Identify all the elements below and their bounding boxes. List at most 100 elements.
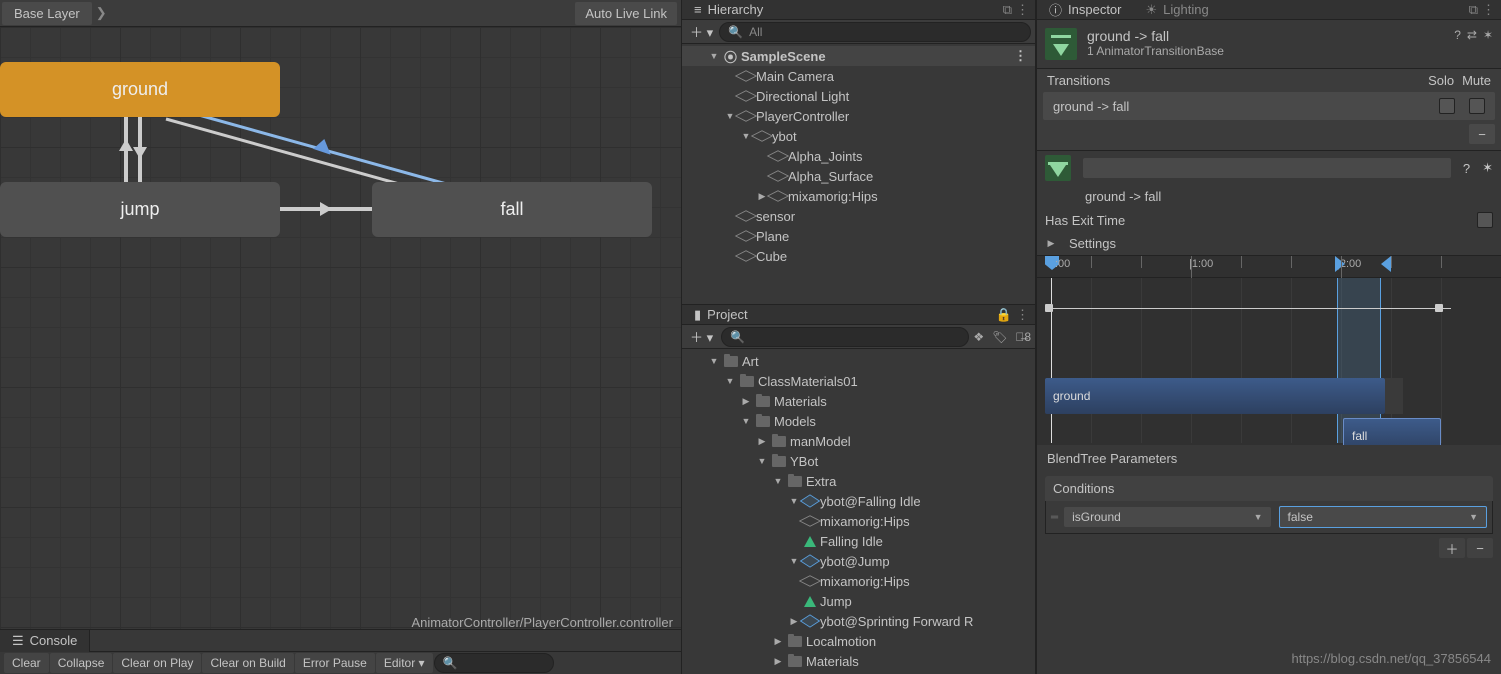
- tab-lighting[interactable]: ☀ Lighting: [1134, 0, 1221, 20]
- project-tab-label: Project: [707, 307, 747, 322]
- foldout-icon[interactable]: ▼: [724, 376, 736, 386]
- error-pause-toggle[interactable]: Error Pause: [295, 653, 375, 673]
- exit-time-end-icon[interactable]: [1435, 304, 1443, 312]
- state-node-jump[interactable]: jump: [0, 182, 280, 237]
- condition-value-dropdown[interactable]: false ▼: [1279, 506, 1487, 528]
- foldout-icon[interactable]: ▼: [708, 356, 720, 366]
- search-by-type-icon[interactable]: ❖: [973, 330, 984, 344]
- tab-hierarchy[interactable]: ≡ Hierarchy: [682, 0, 775, 19]
- create-asset-dropdown[interactable]: ＋ ▾: [686, 325, 717, 348]
- state-node-ground[interactable]: ground: [0, 62, 280, 117]
- animationclip-icon: [804, 536, 816, 547]
- help-icon[interactable]: ?: [1454, 28, 1461, 42]
- detach-icon[interactable]: ⧉: [1469, 2, 1478, 18]
- exit-time-start-icon[interactable]: [1045, 304, 1053, 312]
- console-search-input[interactable]: 🔍: [434, 653, 554, 673]
- condition-parameter-dropdown[interactable]: isGround ▼: [1064, 507, 1270, 527]
- foldout-icon[interactable]: ▼: [772, 476, 784, 486]
- hierarchy-item-plane[interactable]: Plane: [682, 226, 1035, 246]
- animator-breadcrumb[interactable]: Base Layer: [2, 2, 92, 25]
- foldout-icon[interactable]: ▼: [788, 496, 800, 506]
- hierarchy-item-hips[interactable]: ▶mixamorig:Hips: [682, 186, 1035, 206]
- conditions-header: Conditions: [1045, 476, 1493, 501]
- project-item-hips-b[interactable]: mixamorig:Hips: [682, 571, 1035, 591]
- project-folder-localmotion[interactable]: ▶Localmotion: [682, 631, 1035, 651]
- hierarchy-item-cube[interactable]: Cube: [682, 246, 1035, 266]
- lock-icon[interactable]: 🔒: [996, 307, 1012, 323]
- settings-foldout-label[interactable]: Settings: [1069, 236, 1116, 251]
- project-folder-extra[interactable]: ▼Extra: [682, 471, 1035, 491]
- foldout-icon[interactable]: ▼: [740, 416, 752, 426]
- hierarchy-item-camera[interactable]: Main Camera: [682, 66, 1035, 86]
- hierarchy-item-light[interactable]: Directional Light: [682, 86, 1035, 106]
- project-asset-sprint[interactable]: ▶ybot@Sprinting Forward R: [682, 611, 1035, 631]
- hidden-count-icon[interactable]: 👁̶8: [1015, 330, 1031, 344]
- project-clip-jump[interactable]: Jump: [682, 591, 1035, 611]
- mute-checkbox[interactable]: [1469, 98, 1485, 114]
- kebab-icon[interactable]: ⋮: [1016, 307, 1029, 323]
- editor-dropdown[interactable]: Editor ▾: [376, 653, 433, 673]
- detach-icon[interactable]: ⧉: [1003, 2, 1012, 18]
- project-folder-materials[interactable]: ▶Materials: [682, 391, 1035, 411]
- foldout-icon[interactable]: ▶: [756, 436, 768, 447]
- foldout-icon[interactable]: ▶: [1045, 238, 1057, 249]
- remove-condition-button[interactable]: −: [1467, 538, 1493, 558]
- help-icon[interactable]: ?: [1463, 161, 1470, 176]
- inspector-subtitle: 1 AnimatorTransitionBase: [1087, 44, 1224, 58]
- kebab-icon[interactable]: ⋮: [1014, 48, 1035, 64]
- add-condition-button[interactable]: ＋: [1439, 538, 1465, 558]
- project-folder-classmaterials[interactable]: ▼ClassMaterials01: [682, 371, 1035, 391]
- tab-project[interactable]: ▮ Project: [682, 305, 760, 325]
- animator-graph[interactable]: ground jump fall AnimatorController/Play…: [0, 27, 681, 674]
- scene-row[interactable]: ▼ ⦿ SampleScene ⋮: [682, 46, 1035, 66]
- has-exit-time-checkbox[interactable]: [1477, 212, 1493, 228]
- transition-out-marker-icon[interactable]: [1381, 256, 1391, 272]
- project-clip-fallingidle[interactable]: Falling Idle: [682, 531, 1035, 551]
- foldout-icon[interactable]: ▶: [788, 616, 800, 627]
- hierarchy-item-playercontroller[interactable]: ▼PlayerController: [682, 106, 1035, 126]
- gear-icon[interactable]: ✶: [1482, 160, 1493, 176]
- foldout-icon[interactable]: ▶: [772, 636, 784, 647]
- tab-console[interactable]: ☰ Console: [0, 630, 90, 652]
- transition-timeline[interactable]: :00 |1:00 |2:00 ground fall: [1037, 255, 1501, 445]
- hierarchy-item-ybot[interactable]: ▼ybot: [682, 126, 1035, 146]
- clip-ground[interactable]: ground: [1045, 378, 1385, 414]
- foldout-icon[interactable]: ▼: [708, 51, 720, 61]
- remove-transition-button[interactable]: −: [1469, 124, 1495, 144]
- hierarchy-item-sensor[interactable]: sensor: [682, 206, 1035, 226]
- project-item-hips-a[interactable]: mixamorig:Hips: [682, 511, 1035, 531]
- hierarchy-item-alphasurface[interactable]: Alpha_Surface: [682, 166, 1035, 186]
- drag-handle-icon[interactable]: ═: [1051, 512, 1056, 523]
- hierarchy-item-alphajoints[interactable]: Alpha_Joints: [682, 146, 1035, 166]
- auto-live-link-toggle[interactable]: Auto Live Link: [575, 2, 677, 25]
- project-folder-art[interactable]: ▼Art: [682, 351, 1035, 371]
- tab-inspector[interactable]: ⓘ Inspector: [1037, 0, 1134, 21]
- clear-on-play-toggle[interactable]: Clear on Play: [113, 653, 201, 673]
- kebab-icon[interactable]: ⋮: [1016, 2, 1029, 18]
- preset-icon[interactable]: ⇄: [1467, 28, 1477, 42]
- project-folder-manmodel[interactable]: ▶manModel: [682, 431, 1035, 451]
- create-dropdown[interactable]: ＋ ▾: [686, 20, 717, 43]
- clip-fall[interactable]: fall: [1343, 418, 1441, 445]
- foldout-icon[interactable]: ▶: [772, 656, 784, 667]
- project-folder-ybot[interactable]: ▼YBot: [682, 451, 1035, 471]
- foldout-icon[interactable]: ▼: [788, 556, 800, 566]
- project-search-input[interactable]: 🔍: [721, 327, 969, 347]
- solo-checkbox[interactable]: [1439, 98, 1455, 114]
- transition-row[interactable]: ground -> fall: [1043, 92, 1495, 120]
- project-folder-materials2[interactable]: ▶Materials: [682, 651, 1035, 671]
- state-node-fall[interactable]: fall: [372, 182, 652, 237]
- search-by-label-icon[interactable]: 🏷: [992, 330, 1007, 344]
- project-asset-fallingidle[interactable]: ▼ybot@Falling Idle: [682, 491, 1035, 511]
- hierarchy-search-input[interactable]: 🔍 All: [719, 22, 1031, 42]
- foldout-icon[interactable]: ▼: [756, 456, 768, 466]
- clear-button[interactable]: Clear: [4, 653, 49, 673]
- foldout-icon[interactable]: ▶: [740, 396, 752, 407]
- kebab-icon[interactable]: ⋮: [1482, 2, 1495, 18]
- project-folder-models[interactable]: ▼Models: [682, 411, 1035, 431]
- transition-name-field[interactable]: [1083, 158, 1451, 178]
- gear-icon[interactable]: ✶: [1483, 28, 1493, 42]
- clear-on-build-toggle[interactable]: Clear on Build: [202, 653, 293, 673]
- collapse-toggle[interactable]: Collapse: [50, 653, 113, 673]
- project-asset-jump[interactable]: ▼ybot@Jump: [682, 551, 1035, 571]
